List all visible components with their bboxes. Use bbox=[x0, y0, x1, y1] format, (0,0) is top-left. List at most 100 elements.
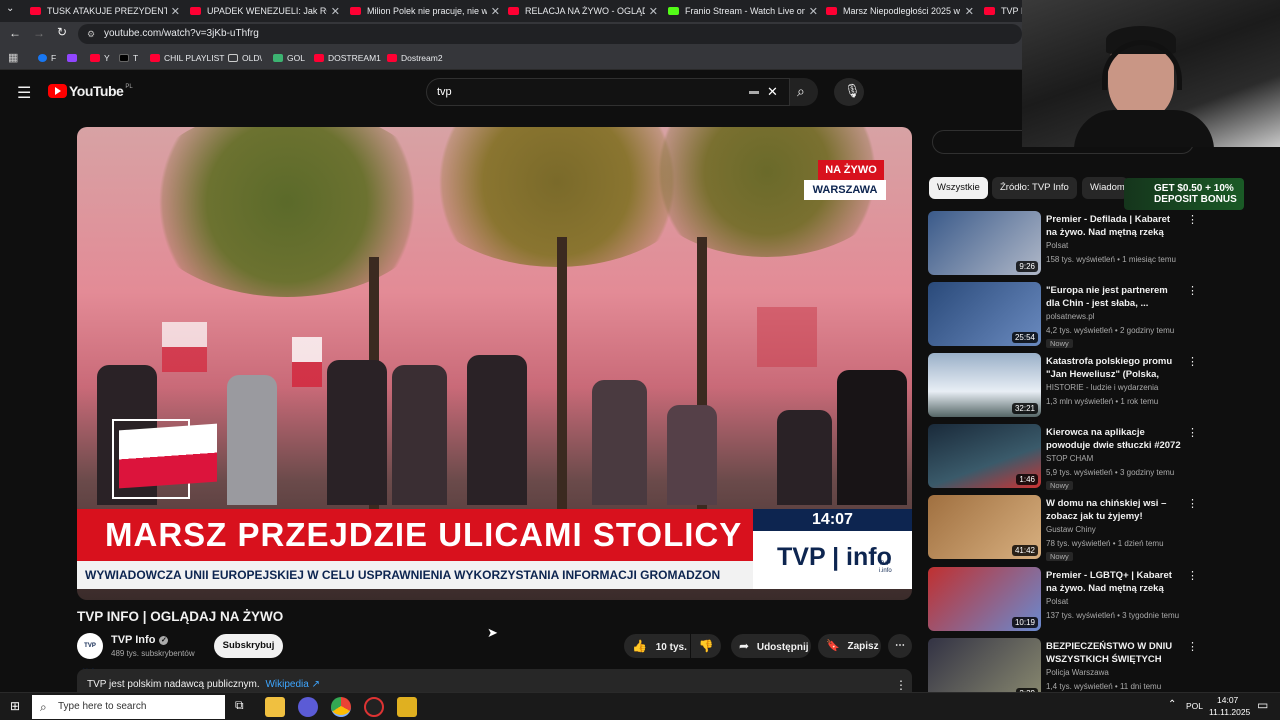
file-explorer-icon[interactable] bbox=[265, 697, 285, 717]
browser-tab-active[interactable]: TVP II bbox=[984, 0, 1022, 22]
browser-tab[interactable]: Milion Polek nie pracuje, nie w ✕ bbox=[350, 0, 500, 22]
url-input[interactable]: ⚙ youtube.com/watch?v=3jKb-uThfrg bbox=[78, 24, 1022, 44]
clear-search-icon[interactable]: ✕ bbox=[767, 79, 778, 105]
recommendation-title[interactable]: "Europa nie jest partnerem dla Chin - je… bbox=[1046, 284, 1182, 310]
recommendation-title[interactable]: Premier - Defilada | Kabaret na żywo. Na… bbox=[1046, 213, 1182, 239]
browser-tab[interactable]: TUSK ATAKUJE PREZYDENTA, JE✕ bbox=[30, 0, 180, 22]
share-button[interactable]: ➦ Udostępnij bbox=[731, 634, 811, 658]
recommendation-item[interactable]: 32:21 Katastrofa polskiego promu "Jan Hew… bbox=[928, 353, 1198, 419]
crowd-figure bbox=[777, 410, 832, 505]
search-button[interactable]: ⌕ bbox=[790, 78, 818, 106]
video-thumbnail[interactable]: 41:42 bbox=[928, 495, 1041, 559]
video-thumbnail[interactable]: 9:26 bbox=[928, 211, 1041, 275]
bookmark-item[interactable]: F bbox=[38, 46, 56, 70]
channel-name[interactable]: TVP Info ✓ bbox=[111, 634, 169, 646]
more-vertical-icon[interactable]: ⋮ bbox=[1187, 640, 1198, 653]
recommendation-title[interactable]: BEZPIECZEŃSTWO W DNIU WSZYSTKICH ŚWIĘTYC… bbox=[1046, 640, 1182, 666]
youtube-logo[interactable]: YouTube PL bbox=[48, 83, 133, 99]
chip-all[interactable]: Wszystkie bbox=[929, 177, 988, 199]
bookmark-item[interactable]: GOL bbox=[273, 46, 305, 70]
recommendation-channel[interactable]: polsatnews.pl bbox=[1046, 312, 1094, 321]
bookmark-item[interactable]: DOSTREAM1 bbox=[314, 46, 381, 70]
bookmark-item[interactable]: Y bbox=[90, 46, 110, 70]
apps-grid-icon[interactable]: ▦ bbox=[8, 51, 18, 64]
taskbar-search-input[interactable]: ⌕ Type here to search bbox=[32, 695, 225, 719]
channel-avatar[interactable]: TVP i.info bbox=[77, 633, 103, 675]
bookmark-item[interactable]: T bbox=[119, 46, 138, 70]
more-vertical-icon[interactable]: ⋮ bbox=[1187, 497, 1198, 510]
recommendation-channel[interactable]: STOP CHAM bbox=[1046, 454, 1093, 463]
forward-arrow-icon[interactable]: → bbox=[33, 26, 45, 40]
windows-start-icon[interactable]: ⊞ bbox=[10, 699, 20, 713]
taskbar-app-icon[interactable] bbox=[298, 697, 318, 717]
new-badge: Nowy bbox=[1046, 339, 1073, 348]
bookmark-item[interactable] bbox=[67, 46, 81, 70]
back-arrow-icon[interactable]: ← bbox=[9, 26, 21, 40]
wikipedia-link[interactable]: Wikipedia ↗ bbox=[265, 679, 320, 690]
close-tab-icon[interactable]: ✕ bbox=[965, 5, 974, 18]
more-vertical-icon[interactable]: ⋮ bbox=[1187, 284, 1198, 297]
like-button[interactable]: 👍 10 tys. bbox=[624, 634, 690, 658]
browser-tab[interactable]: Marsz Niepodległości 2025 w ✕ bbox=[826, 0, 974, 22]
recommendation-item[interactable]: 25:54 "Europa nie jest partnerem dla Chin… bbox=[928, 282, 1198, 348]
tray-chevron-icon[interactable]: ⌃ bbox=[1168, 699, 1176, 710]
recommendation-title[interactable]: W domu na chińskiej wsi – zobacz jak tu … bbox=[1046, 497, 1182, 523]
bookmark-folder[interactable]: OLD\ bbox=[228, 46, 262, 70]
more-actions-button[interactable]: ⋯ bbox=[888, 634, 912, 658]
clock-time[interactable]: 14:07 bbox=[1217, 695, 1238, 705]
close-tab-icon[interactable]: ✕ bbox=[491, 5, 500, 18]
recommendation-channel[interactable]: Gustaw Chiny bbox=[1046, 525, 1096, 534]
reload-icon[interactable]: ↻ bbox=[57, 25, 67, 39]
keyboard-icon[interactable]: ▬ bbox=[749, 79, 759, 105]
save-button[interactable]: 🔖 Zapisz bbox=[818, 634, 881, 658]
more-vertical-icon[interactable]: ⋮ bbox=[1187, 569, 1198, 582]
recommendation-title[interactable]: Katastrofa polskiego promu "Jan Hewelius… bbox=[1046, 355, 1182, 382]
chip-news[interactable]: Wiadom bbox=[1082, 177, 1128, 199]
taskbar-app-icon[interactable] bbox=[364, 697, 384, 717]
video-thumbnail[interactable]: 1:46 bbox=[928, 424, 1041, 488]
video-thumbnail[interactable]: 32:21 bbox=[928, 353, 1041, 417]
clock-date[interactable]: 11.11.2025 bbox=[1209, 707, 1250, 717]
bookmark-item[interactable]: CHIL PLAYLIST bbox=[150, 46, 224, 70]
browser-tab[interactable]: UPADEK WENEZUELI: Jak ROPA✕ bbox=[190, 0, 340, 22]
close-tab-icon[interactable]: ✕ bbox=[171, 5, 180, 18]
task-view-icon[interactable]: ⧉ bbox=[235, 698, 244, 713]
recommendation-channel[interactable]: HISTORIE - ludzie i wydarzenia bbox=[1046, 383, 1158, 392]
recommendation-channel[interactable]: Polsat bbox=[1046, 241, 1068, 250]
promo-banner[interactable]: GET $0.50 + 10% DEPOSIT BONUS bbox=[1124, 178, 1244, 210]
bookmark-item[interactable]: Dostream2 bbox=[387, 46, 443, 70]
subscribe-button[interactable]: Subskrybuj bbox=[214, 634, 283, 658]
chrome-icon[interactable] bbox=[331, 697, 351, 717]
more-vertical-icon[interactable]: ⋮ bbox=[1187, 426, 1198, 439]
close-tab-icon[interactable]: ✕ bbox=[809, 5, 818, 18]
keyboard-language[interactable]: POL bbox=[1186, 701, 1203, 711]
recommendation-channel[interactable]: Polsat bbox=[1046, 597, 1068, 606]
close-tab-icon[interactable]: ✕ bbox=[649, 5, 658, 18]
search-icon: ⌕ bbox=[40, 700, 47, 714]
more-vertical-icon[interactable]: ⋮ bbox=[1187, 213, 1198, 226]
recommendation-title[interactable]: Premier - LGBTQ+ | Kabaret na żywo. Nad … bbox=[1046, 569, 1182, 595]
chip-source-tvp-info[interactable]: Źródło: TVP Info bbox=[992, 177, 1077, 199]
video-thumbnail[interactable]: 25:54 bbox=[928, 282, 1041, 346]
video-thumbnail[interactable]: 10:19 bbox=[928, 567, 1041, 631]
dislike-button[interactable]: 👎 bbox=[691, 634, 721, 658]
recommendation-channel[interactable]: Policja Warszawa bbox=[1046, 668, 1109, 677]
tab-list-chevron-icon[interactable]: ⌄ bbox=[6, 3, 14, 14]
recommendation-item[interactable]: 9:26 Premier - Defilada | Kabaret na żywo… bbox=[928, 211, 1198, 277]
site-info-icon[interactable]: ⚙ bbox=[87, 24, 95, 44]
browser-tab[interactable]: RELACJA NA ŻYWO - OGLĄDA ✕ bbox=[508, 0, 658, 22]
recommendation-item[interactable]: 41:42 W domu na chińskiej wsi – zobacz ja… bbox=[928, 495, 1198, 561]
browser-tab[interactable]: Franio Stream - Watch Live on ✕ bbox=[668, 0, 818, 22]
taskbar-app-icon[interactable] bbox=[397, 697, 417, 717]
recommendation-title[interactable]: Kierowca na aplikacje powoduje dwie stłu… bbox=[1046, 426, 1182, 453]
hamburger-menu-icon[interactable]: ☰ bbox=[17, 83, 31, 103]
video-player[interactable]: NA ŻYWO WARSZAWA MARSZ PRZEJDZIE ULICAMI… bbox=[77, 127, 912, 600]
close-tab-icon[interactable]: ✕ bbox=[331, 5, 340, 18]
recommendation-item[interactable]: 1:46 Kierowca na aplikacje powoduje dwie … bbox=[928, 424, 1198, 490]
voice-search-button[interactable]: 🎙 bbox=[834, 78, 864, 106]
more-vertical-icon[interactable]: ⋮ bbox=[1187, 355, 1198, 368]
search-input[interactable]: tvp ▬ ✕ bbox=[426, 78, 790, 106]
recommendation-item[interactable]: 10:19 Premier - LGBTQ+ | Kabaret na żywo.… bbox=[928, 567, 1198, 633]
polish-flag bbox=[757, 307, 817, 367]
notifications-icon[interactable]: ▭ bbox=[1257, 698, 1268, 712]
